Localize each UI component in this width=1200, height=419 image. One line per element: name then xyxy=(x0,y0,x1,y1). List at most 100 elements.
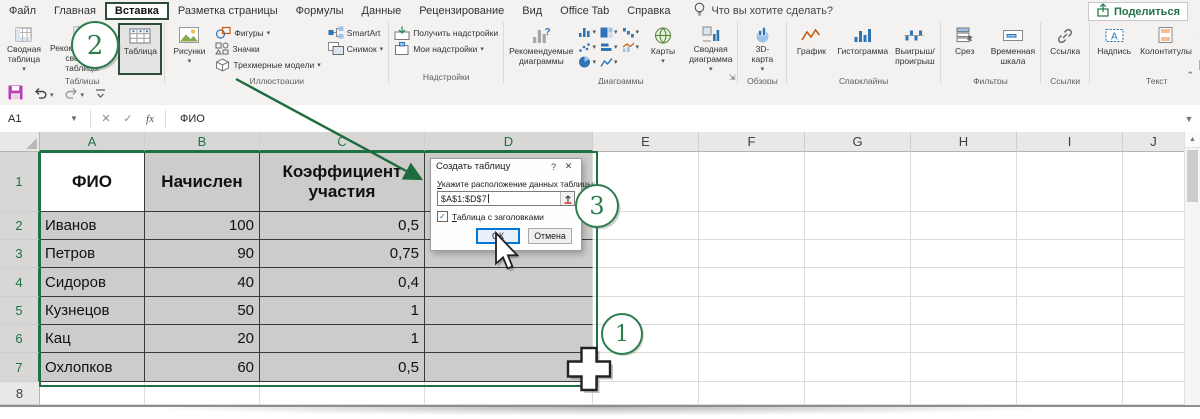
tab-help[interactable]: Справка xyxy=(618,3,679,19)
name-box-dropdown-icon[interactable]: ▼ xyxy=(70,114,86,123)
pie-chart-button[interactable]: ▾ xyxy=(577,55,597,69)
cell-E7[interactable] xyxy=(593,353,699,382)
tab-formulas[interactable]: Формулы xyxy=(287,3,353,19)
redo-button[interactable]: ▾ xyxy=(64,86,85,104)
cell-G6[interactable] xyxy=(805,325,911,353)
cancel-icon[interactable]: ✕ xyxy=(95,112,117,125)
cell-H4[interactable] xyxy=(911,268,1017,297)
recommended-charts-button[interactable]: ?Рекомендуемые диаграммы xyxy=(506,23,576,75)
ok-button[interactable]: ОК xyxy=(476,228,520,244)
cell-A3[interactable]: Петров xyxy=(40,240,145,268)
insert-function-icon[interactable]: fx xyxy=(139,113,161,125)
cell-I7[interactable] xyxy=(1017,353,1123,382)
cell-F8[interactable] xyxy=(699,382,805,405)
undo-button[interactable]: ▾ xyxy=(33,86,54,104)
customize-qat-button[interactable] xyxy=(94,86,107,104)
column-header-D[interactable]: D xyxy=(425,132,593,152)
row-header-5[interactable]: 5 xyxy=(0,297,40,325)
range-picker-button[interactable] xyxy=(561,192,574,205)
row-header-6[interactable]: 6 xyxy=(0,325,40,353)
cell-I3[interactable] xyxy=(1017,240,1123,268)
row-header-1[interactable]: 1 xyxy=(0,152,40,212)
column-header-E[interactable]: E xyxy=(593,132,699,152)
object-button[interactable] xyxy=(1196,57,1200,72)
cell-F1[interactable] xyxy=(699,152,805,212)
cell-J6[interactable] xyxy=(1123,325,1185,353)
cell-I8[interactable] xyxy=(1017,382,1123,405)
sparkline-winloss-button[interactable]: Выигрыш/ проигрыш xyxy=(892,23,938,75)
sparkline-column-button[interactable]: Гистограмма xyxy=(834,23,891,75)
cell-G4[interactable] xyxy=(805,268,911,297)
scrollbar-thumb[interactable] xyxy=(1187,150,1198,202)
screenshot-button[interactable]: Снимок▾ xyxy=(325,41,386,56)
name-box[interactable]: A1 xyxy=(0,113,70,125)
text-box-button[interactable]: AНадпись xyxy=(1092,23,1136,75)
shapes-button[interactable]: Фигуры▾ xyxy=(212,25,323,40)
cell-C7[interactable]: 0,5 xyxy=(260,353,425,382)
cell-I5[interactable] xyxy=(1017,297,1123,325)
timeline-button[interactable]: Временная шкала xyxy=(988,23,1038,75)
select-all-corner[interactable] xyxy=(0,132,40,152)
cell-I1[interactable] xyxy=(1017,152,1123,212)
tab-insert[interactable]: Вставка xyxy=(105,2,169,20)
cell-G1[interactable] xyxy=(805,152,911,212)
cell-H2[interactable] xyxy=(911,212,1017,240)
table-range-input[interactable]: $A$1:$D$7 xyxy=(438,192,561,205)
headers-checkbox-row[interactable]: ✓ Таблица с заголовками xyxy=(437,211,575,222)
cell-H5[interactable] xyxy=(911,297,1017,325)
cell-F5[interactable] xyxy=(699,297,805,325)
cell-E4[interactable] xyxy=(593,268,699,297)
cell-I4[interactable] xyxy=(1017,268,1123,297)
combo-chart-button[interactable]: ▾ xyxy=(621,40,641,54)
cell-D6[interactable] xyxy=(425,325,593,353)
column-header-A[interactable]: A xyxy=(40,132,145,152)
column-header-G[interactable]: G xyxy=(805,132,911,152)
row-header-3[interactable]: 3 xyxy=(0,240,40,268)
waterfall-chart-button[interactable]: ▾ xyxy=(621,25,641,39)
cell-A6[interactable]: Кац xyxy=(40,325,145,353)
cell-F7[interactable] xyxy=(699,353,805,382)
cell-C3[interactable]: 0,75 xyxy=(260,240,425,268)
cell-E8[interactable] xyxy=(593,382,699,405)
cell-B2[interactable]: 100 xyxy=(145,212,260,240)
3d-map-button[interactable]: 3D- карта▾ xyxy=(740,23,784,75)
icons-button[interactable]: Значки xyxy=(212,41,323,56)
cell-A2[interactable]: Иванов xyxy=(40,212,145,240)
scroll-up-icon[interactable]: ▲ xyxy=(1185,132,1200,148)
cell-F3[interactable] xyxy=(699,240,805,268)
cell-A7[interactable]: Охлопков xyxy=(40,353,145,382)
cell-F6[interactable] xyxy=(699,325,805,353)
line-chart-button[interactable]: ▾ xyxy=(599,55,619,69)
cell-C4[interactable]: 0,4 xyxy=(260,268,425,297)
cell-G7[interactable] xyxy=(805,353,911,382)
cell-B1[interactable]: Начислен xyxy=(145,152,260,212)
cell-H3[interactable] xyxy=(911,240,1017,268)
cell-I2[interactable] xyxy=(1017,212,1123,240)
column-header-I[interactable]: I xyxy=(1017,132,1123,152)
get-add-ins-button[interactable]: Получить надстройки xyxy=(391,25,501,40)
column-chart-button[interactable]: ▾ xyxy=(577,25,597,39)
cell-D5[interactable] xyxy=(425,297,593,325)
help-icon[interactable]: ? xyxy=(546,162,561,172)
cell-J7[interactable] xyxy=(1123,353,1185,382)
wordart-button[interactable]: А▾ xyxy=(1196,25,1200,40)
cell-D4[interactable] xyxy=(425,268,593,297)
cell-E1[interactable] xyxy=(593,152,699,212)
tab-file[interactable]: Файл xyxy=(0,3,45,19)
header-footer-button[interactable]: Колонтитулы xyxy=(1137,23,1195,75)
cell-B7[interactable]: 60 xyxy=(145,353,260,382)
dialog-launcher-icon[interactable]: ⇲ xyxy=(729,74,736,82)
cell-E6[interactable] xyxy=(593,325,699,353)
3d-models-button[interactable]: Трехмерные модели▾ xyxy=(212,57,323,72)
cell-J1[interactable] xyxy=(1123,152,1185,212)
recommended-pivot-tables-button[interactable]: ?Рекомендуемые сводные таблицы xyxy=(47,23,117,75)
cell-C8[interactable] xyxy=(260,382,425,405)
cell-J2[interactable] xyxy=(1123,212,1185,240)
close-icon[interactable]: ✕ xyxy=(561,161,576,172)
link-button[interactable]: Ссылка xyxy=(1043,23,1087,75)
vertical-scrollbar[interactable]: ▲ xyxy=(1184,132,1200,405)
cell-D7[interactable] xyxy=(425,353,593,382)
cell-E3[interactable] xyxy=(593,240,699,268)
row-header-8[interactable]: 8 xyxy=(0,382,40,405)
share-button[interactable]: Поделиться xyxy=(1088,2,1188,21)
